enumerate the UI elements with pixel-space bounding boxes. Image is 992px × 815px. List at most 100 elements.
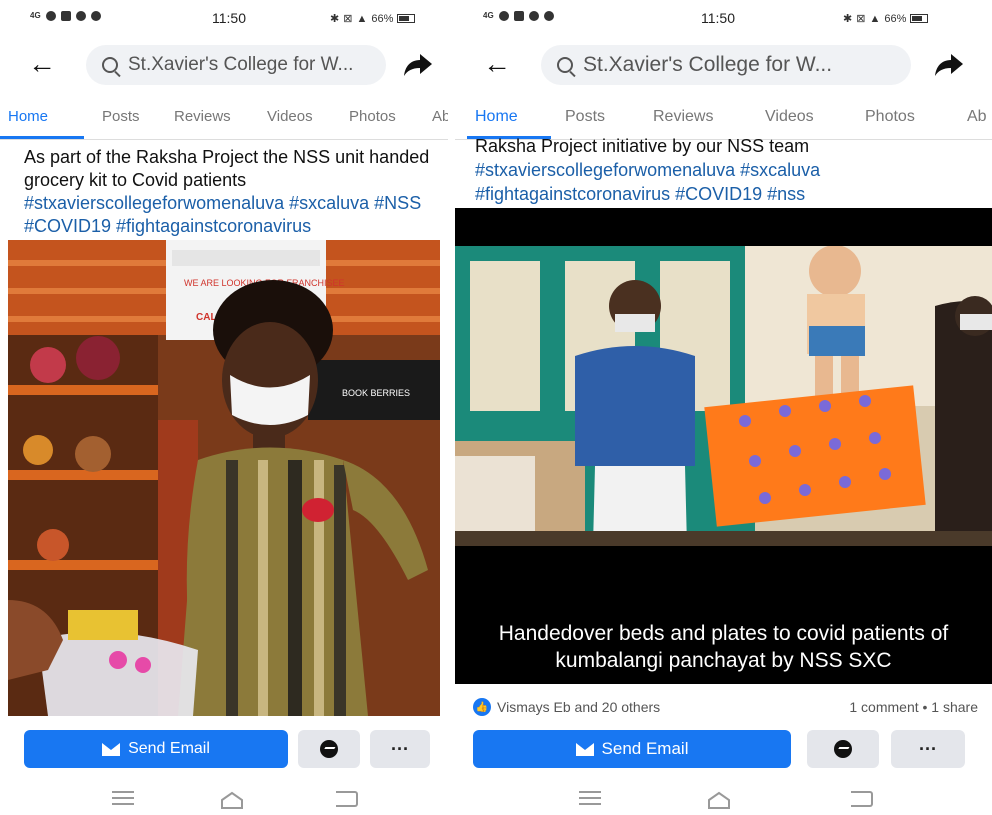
back-button[interactable] <box>851 791 873 807</box>
home-button[interactable] <box>220 791 244 814</box>
post-hashtags[interactable]: #stxavierscollegeforwomenaluva #sxcaluva… <box>475 160 820 204</box>
status-time: 11:50 <box>212 10 246 26</box>
messenger-notification-icon <box>75 11 86 21</box>
more-button[interactable]: ··· <box>891 730 965 768</box>
back-icon <box>336 791 358 807</box>
back-button[interactable] <box>336 791 358 807</box>
likes-summary[interactable]: Vismays Eb and 20 others <box>497 699 660 715</box>
bluetooth-icon: ✱ <box>330 13 340 25</box>
status-icons-left: 4G <box>483 11 554 21</box>
messenger-notification-icon <box>528 11 539 21</box>
photo-caption: Handedover beds and plates to covid pati… <box>498 622 949 672</box>
status-icons-left: 4G <box>30 11 101 21</box>
like-icon: 👍 <box>473 698 491 716</box>
recents-icon <box>112 791 134 805</box>
send-email-button[interactable]: Send Email <box>473 730 791 768</box>
back-arrow-icon[interactable]: ← <box>483 50 511 78</box>
whatsapp-icon <box>45 11 56 21</box>
tab-videos[interactable]: Videos <box>765 108 814 126</box>
tab-home[interactable]: Home <box>475 108 518 126</box>
comments-shares-count[interactable]: 1 comment • 1 share <box>849 699 978 715</box>
send-email-label: Send Email <box>601 739 689 758</box>
tab-reviews[interactable]: Reviews <box>653 108 713 126</box>
battery-icon <box>397 14 416 23</box>
envelope-icon <box>575 742 594 756</box>
status-bar: 4G 11:50 ✱ ⊠ ▲ 66% <box>0 0 448 36</box>
post-text: Raksha Project initiative by our NSS tea… <box>475 134 974 206</box>
whatsapp-icon <box>498 11 509 21</box>
status-time: 11:50 <box>701 10 735 26</box>
envelope-icon <box>102 742 121 756</box>
send-email-label: Send Email <box>128 740 210 757</box>
more-button[interactable]: ··· <box>370 730 430 768</box>
network-icon: ▲ <box>356 12 368 25</box>
tab-photos[interactable]: Photos <box>349 108 396 125</box>
search-icon <box>557 57 573 73</box>
signal-icon: 4G <box>30 11 41 20</box>
tab-about[interactable]: Ab <box>432 108 448 125</box>
messenger-icon <box>320 740 338 758</box>
tab-about[interactable]: Ab <box>967 108 987 126</box>
tab-photos[interactable]: Photos <box>865 108 915 126</box>
search-text: St.Xavier's College for W... <box>128 54 354 75</box>
share-icon[interactable] <box>933 48 965 80</box>
reactions-row: 👍 Vismays Eb and 20 others 1 comment • 1… <box>473 695 978 719</box>
back-arrow-icon[interactable]: ← <box>28 50 56 78</box>
search-icon <box>102 57 118 73</box>
status-icons-right: ✱ ⊠ ▲ 66% <box>330 12 416 25</box>
divider <box>448 0 455 815</box>
grocery-handover-photo: WE ARE LOOKING FOR FRANCHISEE CALL BOOK … <box>8 240 440 716</box>
page-tabs: Home Posts Reviews Videos Photos Ab <box>0 100 448 140</box>
search-row: ← St.Xavier's College for W... <box>455 40 992 90</box>
tab-videos[interactable]: Videos <box>267 108 313 125</box>
shelf-sign: BOOK BERRIES <box>342 388 410 398</box>
messenger-button[interactable] <box>298 730 360 768</box>
active-tab-indicator <box>0 136 84 139</box>
back-icon <box>851 791 873 807</box>
gallery-icon <box>60 11 71 21</box>
recents-icon <box>579 791 601 805</box>
send-email-button[interactable]: Send Email <box>24 730 288 768</box>
left-screenshot: 4G 11:50 ✱ ⊠ ▲ 66% ← St.Xavier's College… <box>0 0 448 815</box>
home-button[interactable] <box>707 791 731 814</box>
mute-icon: ⊠ <box>856 13 866 25</box>
battery-percent: 66% <box>884 12 907 25</box>
tab-reviews[interactable]: Reviews <box>174 108 231 125</box>
status-bar: 4G 11:50 ✱ ⊠ ▲ 66% <box>455 0 992 36</box>
signal-icon: 4G <box>483 11 494 20</box>
bluetooth-icon: ✱ <box>843 13 853 25</box>
search-text: St.Xavier's College for W... <box>583 53 833 76</box>
home-icon <box>708 791 730 809</box>
network-icon: ▲ <box>869 12 881 25</box>
messenger-button[interactable] <box>807 730 879 768</box>
bed-handover-photo <box>455 246 992 546</box>
messenger-icon <box>834 740 852 758</box>
post-hashtags[interactable]: #stxavierscollegeforwomenaluva #sxcaluva… <box>24 193 421 236</box>
android-nav-bar <box>0 785 448 815</box>
more-icon: ··· <box>391 738 409 759</box>
app-notification-icon <box>543 11 554 21</box>
search-bar[interactable]: St.Xavier's College for W... <box>541 45 911 85</box>
post-photo[interactable]: Handedover beds and plates to covid pati… <box>455 208 992 684</box>
more-icon: ··· <box>919 738 937 759</box>
post-photo[interactable]: WE ARE LOOKING FOR FRANCHISEE CALL BOOK … <box>8 240 440 716</box>
right-screenshot: 4G 11:50 ✱ ⊠ ▲ 66% ← St.Xavier's College… <box>455 0 992 815</box>
status-icons-right: ✱ ⊠ ▲ 66% <box>843 12 929 25</box>
action-bar: Send Email ··· <box>455 726 992 770</box>
battery-percent: 66% <box>371 12 394 25</box>
post-body: Raksha Project initiative by our NSS tea… <box>475 136 810 156</box>
mute-icon: ⊠ <box>343 13 353 25</box>
search-row: ← St.Xavier's College for W... <box>0 40 448 90</box>
recents-button[interactable] <box>579 791 601 805</box>
android-nav-bar <box>455 785 992 815</box>
post-body: As part of the Raksha Project the NSS un… <box>24 147 430 190</box>
home-icon <box>221 791 243 809</box>
share-icon[interactable] <box>402 48 434 80</box>
tab-posts[interactable]: Posts <box>565 108 605 126</box>
search-bar[interactable]: St.Xavier's College for W... <box>86 45 386 85</box>
post-text: As part of the Raksha Project the NSS un… <box>24 146 430 238</box>
tab-home[interactable]: Home <box>8 108 48 125</box>
recents-button[interactable] <box>112 791 134 805</box>
tab-posts[interactable]: Posts <box>102 108 140 125</box>
battery-icon <box>910 14 929 23</box>
